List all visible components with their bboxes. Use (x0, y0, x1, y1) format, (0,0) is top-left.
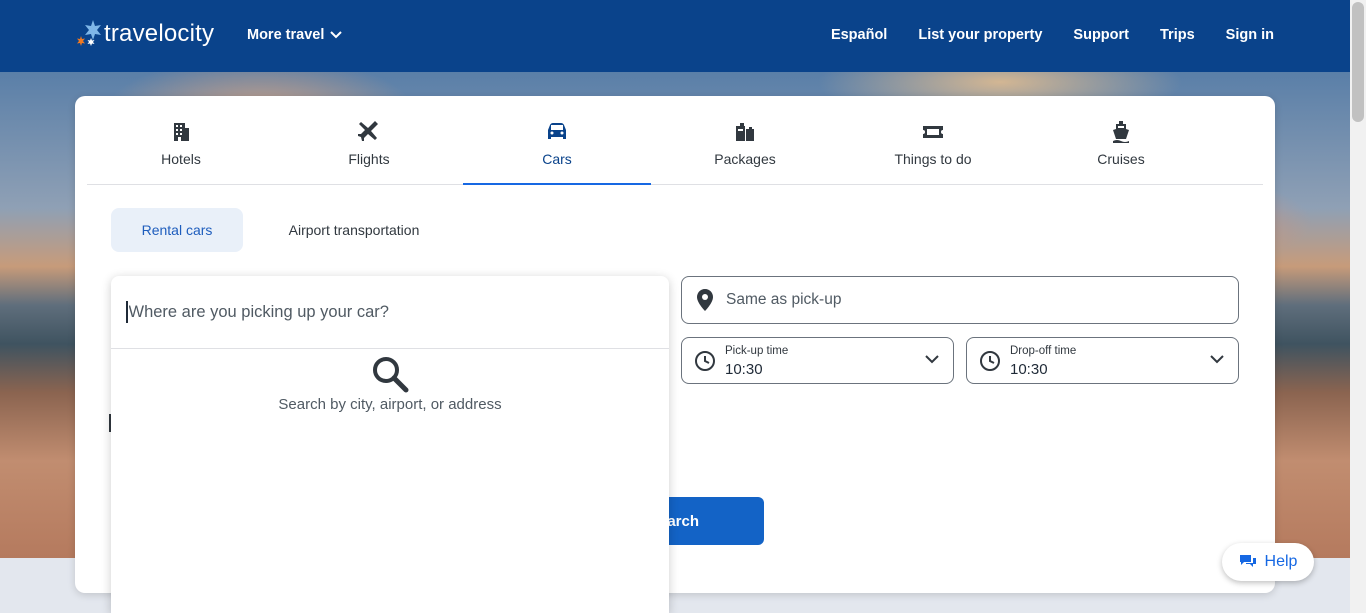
tab-flights-label: Flights (348, 151, 390, 167)
subtab-rental-cars[interactable]: Rental cars (111, 208, 243, 252)
tab-cars-label: Cars (542, 151, 572, 167)
pickup-location-dropdown: Search by city, airport, or address (111, 276, 669, 613)
tab-cruises[interactable]: Cruises (1027, 96, 1215, 184)
plane-icon (358, 121, 378, 141)
site-header: travelocity More travel Español List you… (0, 0, 1350, 72)
text-caret (126, 301, 128, 323)
tab-things-to-do-label: Things to do (894, 151, 972, 167)
clock-icon (980, 351, 1000, 371)
pickup-empty-state: Search by city, airport, or address (111, 350, 669, 413)
logo-text: travelocity (104, 20, 215, 47)
search-tabs: Hotels Flights Cars Packages Things to d… (87, 96, 1263, 185)
nav-sign-in[interactable]: Sign in (1226, 27, 1274, 43)
more-travel-menu[interactable]: More travel (247, 27, 343, 43)
chevron-down-icon (925, 355, 939, 364)
pickup-time-label: Pick-up time (725, 345, 789, 357)
dropoff-time-value: 10:30 (1010, 361, 1048, 378)
ship-icon (1113, 121, 1129, 143)
subtab-airport-transportation[interactable]: Airport transportation (261, 208, 447, 252)
tab-packages-label: Packages (714, 151, 776, 167)
help-button[interactable]: Help (1222, 543, 1314, 581)
more-travel-label: More travel (247, 27, 325, 43)
top-nav: Español List your property Support Trips… (831, 27, 1274, 43)
pickup-hint: Search by city, airport, or address (278, 396, 502, 413)
nav-espanol[interactable]: Español (831, 27, 887, 43)
tab-things-to-do[interactable]: Things to do (839, 96, 1027, 184)
ticket-icon (923, 126, 943, 138)
nav-support[interactable]: Support (1073, 27, 1129, 43)
dropoff-location-field[interactable]: Same as pick-up (681, 276, 1239, 324)
tab-cruises-label: Cruises (1097, 151, 1145, 167)
building-icon (174, 123, 189, 141)
tab-flights[interactable]: Flights (275, 96, 463, 184)
tab-packages[interactable]: Packages (651, 96, 839, 184)
search-button-label: arch (667, 512, 699, 530)
pickup-time-value: 10:30 (725, 361, 763, 378)
pickup-location-input[interactable] (128, 302, 629, 322)
tab-cars[interactable]: Cars (463, 96, 651, 185)
travelocity-logo[interactable]: travelocity (74, 18, 214, 50)
dropoff-time-select[interactable]: Drop-off time 10:30 (966, 337, 1239, 384)
nav-list-property[interactable]: List your property (918, 27, 1042, 43)
nav-trips[interactable]: Trips (1160, 27, 1195, 43)
tab-hotels-label: Hotels (161, 151, 201, 167)
luggage-icon (736, 123, 754, 141)
search-icon (373, 357, 409, 393)
dropoff-placeholder: Same as pick-up (726, 291, 842, 308)
chat-icon (1239, 555, 1256, 567)
tab-hotels[interactable]: Hotels (87, 96, 275, 184)
chevron-down-icon (1210, 355, 1224, 364)
chevron-down-icon (330, 31, 343, 39)
clock-icon (695, 351, 715, 371)
car-icon (548, 123, 566, 139)
scrollbar-thumb[interactable] (1352, 2, 1364, 122)
pickup-location-field[interactable] (111, 276, 669, 349)
pickup-time-select[interactable]: Pick-up time 10:30 (681, 337, 954, 384)
help-label: Help (1264, 553, 1298, 570)
location-pin-icon (697, 289, 713, 311)
dropoff-time-label: Drop-off time (1010, 345, 1077, 357)
logo-star-icon (74, 18, 104, 50)
